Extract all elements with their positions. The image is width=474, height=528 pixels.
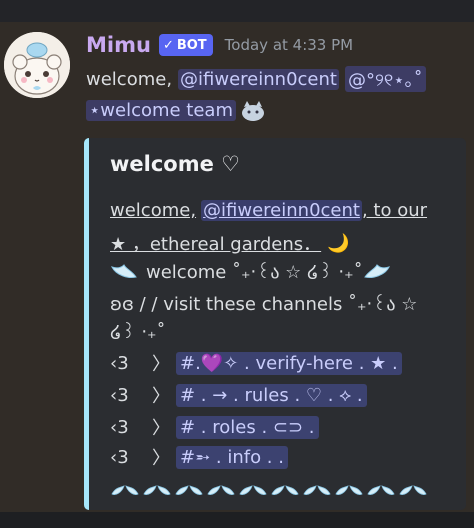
user-mention[interactable]: @ifiwereinn0cent — [178, 68, 339, 90]
username[interactable]: Mimu — [86, 33, 151, 57]
ethereal-gardens-text: ★ ，ethereal gardens． — [110, 234, 322, 255]
decor-text: ໒꒱ ‧₊˚ — [110, 322, 166, 343]
message-header: Mimu ✓ BOT Today at 4:33 PM — [86, 33, 353, 57]
channel-lead: ‹3 — [110, 384, 129, 406]
ghost-cat-emoji-icon — [242, 101, 264, 121]
channel-row: ‹3 〉 # . roles . ⊂⊃ . — [110, 414, 319, 440]
timestamp[interactable]: Today at 4:33 PM — [225, 36, 353, 54]
embed-visit-line: ʚɞ / / visit these channels ˚₊‧꒰ა ☆ — [110, 292, 417, 315]
channel-pointer: 〉 — [152, 418, 170, 439]
check-icon: ✓ — [162, 37, 174, 53]
avatar[interactable] — [4, 32, 70, 98]
embed-welcome-line: welcome ˚₊‧꒰ა ☆ ໒꒱ ‧₊˚ — [110, 260, 391, 283]
channel-lead: ‹3 — [110, 416, 129, 438]
avatar-bear-icon — [4, 32, 70, 98]
channel-lead: ‹3 — [110, 352, 129, 374]
channel-pointer: 〉 — [152, 448, 170, 469]
channel-row: ‹3 〉 #.💜✧ . verify-here . ★ . — [110, 350, 402, 376]
welcome-decor-text: welcome ˚₊‧꒰ა ☆ ໒꒱ ‧₊˚ — [146, 262, 363, 283]
channel-pointer: 〉 — [152, 354, 170, 375]
embed-accent-bar — [84, 138, 89, 510]
moon-icon: 🌙 — [327, 232, 350, 254]
channel-link-roles[interactable]: # . roles . ⊂⊃ . — [176, 415, 319, 439]
channel-row: ‹3 〉 #➵ . info . . — [110, 444, 288, 470]
top-bar — [0, 0, 474, 22]
message-line-2: ⋆welcome team — [86, 98, 266, 122]
right-wing-icon — [363, 263, 390, 278]
visit-channels-text: ʚɞ / / visit these channels ˚₊‧꒰ა ☆ — [110, 294, 418, 315]
bot-tag: ✓ BOT — [158, 34, 213, 56]
channel-link-info[interactable]: #➵ . info . . — [176, 445, 288, 469]
channel-lead: ‹3 — [110, 446, 129, 468]
message-line-1: welcome, @ifiwereinn0cent @°୨୧⋆｡˚ — [86, 66, 426, 92]
embed-title: welcome ♡ — [110, 152, 240, 176]
left-wing-icon — [111, 263, 137, 278]
channel-link-rules[interactable]: # . → . rules . ♡ . ⟡ . — [176, 383, 367, 407]
wings-divider-icon — [111, 485, 427, 495]
embed-decor-line: ໒꒱ ‧₊˚ — [110, 320, 166, 343]
channel-pointer: 〉 — [152, 386, 170, 407]
intro-suffix: , to our — [361, 200, 428, 221]
embed-ethereal-line: ★ ，ethereal gardens． 🌙 — [110, 230, 350, 256]
bot-tag-label: BOT — [176, 37, 207, 53]
intro-prefix: welcome, — [110, 200, 197, 221]
channel-row: ‹3 〉 # . → . rules . ♡ . ⟡ . — [110, 382, 367, 408]
intro-user-mention[interactable]: @ifiwereinn0cent — [201, 200, 362, 221]
embed-intro-line: welcome, @ifiwereinn0cent , to our — [110, 200, 427, 221]
role-mention[interactable]: @°୨୧⋆｡˚ — [344, 66, 426, 92]
welcome-text: welcome, — [86, 68, 173, 90]
channel-link-verify[interactable]: #.💜✧ . verify-here . ★ . — [176, 351, 402, 375]
bottom-bar — [0, 512, 474, 528]
role-mention-welcome-team[interactable]: ⋆welcome team — [86, 99, 236, 121]
welcome-embed: welcome ♡ welcome, @ifiwereinn0cent , to… — [84, 138, 466, 510]
